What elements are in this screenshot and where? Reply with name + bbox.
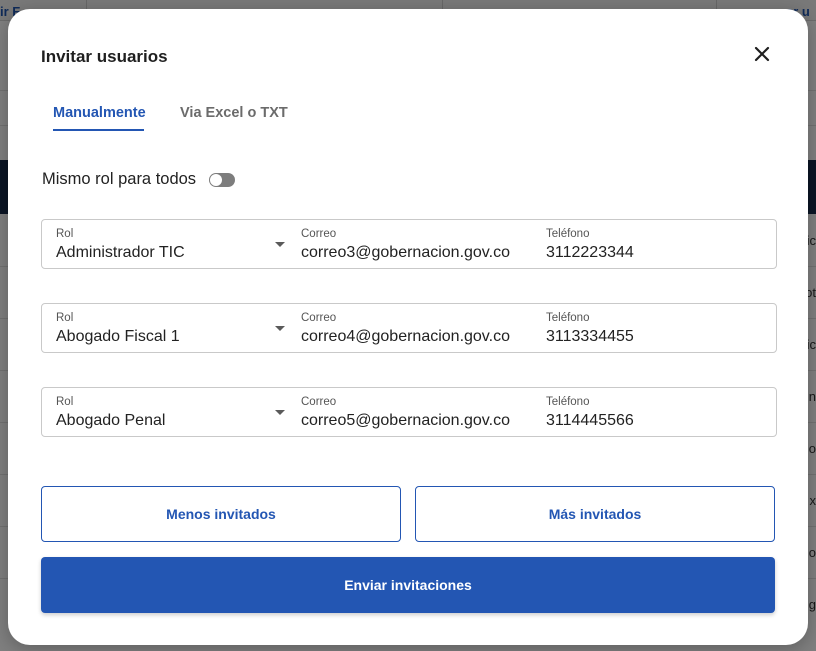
tab-via-excel-o-txt[interactable]: Via Excel o TXT (180, 105, 288, 121)
phone-label: Teléfono (546, 396, 590, 408)
same-role-label: Mismo rol para todos (42, 170, 197, 188)
phone-value: 3114445566 (546, 412, 634, 429)
dropdown-arrow-icon (275, 326, 285, 331)
email-field[interactable]: Correo correo3@gobernacion.gov.co (301, 220, 531, 268)
phone-field[interactable]: Teléfono 3112223344 (546, 220, 746, 268)
role-value: Abogado Penal (56, 412, 166, 429)
email-label: Correo (301, 312, 337, 324)
role-label: Rol (56, 312, 74, 324)
fewer-invitees-button[interactable]: Menos invitados (41, 486, 401, 542)
role-select[interactable]: Rol Abogado Penal (56, 388, 285, 436)
close-icon (754, 46, 770, 62)
role-value: Administrador TIC (56, 244, 185, 261)
phone-value: 3112223344 (546, 244, 634, 261)
email-value: correo5@gobernacion.gov.co (301, 412, 510, 429)
dialog-title: Invitar usuarios (41, 47, 168, 66)
role-select[interactable]: Rol Abogado Fiscal 1 (56, 304, 285, 352)
invite-users-dialog: Invitar usuarios Manualmente Via Excel o… (8, 9, 808, 645)
email-label: Correo (301, 396, 337, 408)
active-tab-indicator (53, 129, 144, 131)
role-value: Abogado Fiscal 1 (56, 328, 180, 345)
same-role-toggle[interactable] (209, 173, 235, 187)
phone-field[interactable]: Teléfono 3113334455 (546, 304, 746, 352)
invitee-row: Rol Abogado Fiscal 1 Correo correo4@gobe… (41, 303, 777, 353)
invitee-row: Rol Administrador TIC Correo correo3@gob… (41, 219, 777, 269)
dropdown-arrow-icon (275, 242, 285, 247)
role-label: Rol (56, 228, 74, 240)
phone-label: Teléfono (546, 228, 590, 240)
send-invitations-button[interactable]: Enviar invitaciones (41, 557, 775, 613)
toggle-knob (210, 174, 222, 186)
email-field[interactable]: Correo correo5@gobernacion.gov.co (301, 388, 531, 436)
phone-label: Teléfono (546, 312, 590, 324)
tab-manualmente[interactable]: Manualmente (53, 105, 146, 121)
email-value: correo3@gobernacion.gov.co (301, 244, 510, 261)
dropdown-arrow-icon (275, 410, 285, 415)
role-select[interactable]: Rol Administrador TIC (56, 220, 285, 268)
role-label: Rol (56, 396, 74, 408)
email-value: correo4@gobernacion.gov.co (301, 328, 510, 345)
email-label: Correo (301, 228, 337, 240)
phone-field[interactable]: Teléfono 3114445566 (546, 388, 746, 436)
phone-value: 3113334455 (546, 328, 634, 345)
invitee-row: Rol Abogado Penal Correo correo5@goberna… (41, 387, 777, 437)
more-invitees-button[interactable]: Más invitados (415, 486, 775, 542)
close-button[interactable] (750, 42, 774, 66)
email-field[interactable]: Correo correo4@gobernacion.gov.co (301, 304, 531, 352)
